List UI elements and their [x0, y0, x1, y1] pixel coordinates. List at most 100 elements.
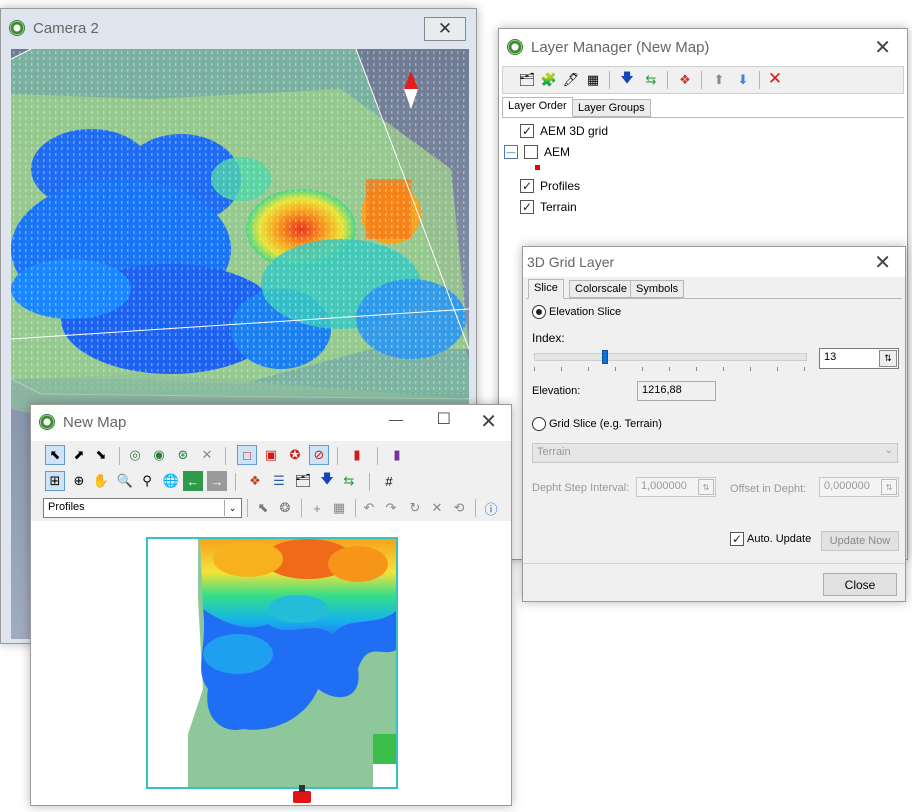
zoom-window-icon[interactable]: ⊞	[45, 471, 65, 491]
layer-checkbox[interactable]	[524, 145, 538, 159]
add-layer-icon[interactable]: 🗂	[517, 70, 537, 90]
radio-icon	[532, 417, 546, 431]
forward-arrow-icon[interactable]: →	[207, 471, 227, 491]
rotate-icon[interactable]: ↻	[405, 498, 425, 518]
tab-layer-order[interactable]: Layer Order	[502, 97, 573, 117]
zoom-icon[interactable]: 🔍	[115, 471, 135, 491]
globe-icon[interactable]: 🌐	[161, 471, 181, 491]
refresh-icon[interactable]: ⇆	[641, 70, 661, 90]
close-button[interactable]: Close	[823, 573, 897, 596]
layer-manager-close-button[interactable]: ✕	[874, 35, 891, 60]
refresh-icon[interactable]: ⇆	[339, 471, 359, 491]
collapse-icon[interactable]: —	[504, 145, 518, 159]
auto-update-checkbox[interactable]: ✓ Auto. Update	[730, 532, 811, 546]
purple-marker-icon[interactable]: ▮	[387, 445, 407, 465]
grid-layer-titlebar[interactable]: 3D Grid Layer ✕	[523, 247, 905, 277]
chevron-down-icon: ⌄	[224, 500, 240, 516]
zoom-prev-icon[interactable]: ◉	[149, 445, 169, 465]
layers-icon[interactable]: ☰	[269, 471, 289, 491]
auto-update-label: Auto. Update	[747, 533, 812, 545]
select-box-icon[interactable]: ⬊	[91, 445, 111, 465]
delete-layer-icon[interactable]: ✕	[765, 69, 785, 89]
move-down-icon[interactable]: 🡇	[617, 70, 637, 90]
layer-select[interactable]: Profiles ⌄	[43, 498, 242, 518]
aem-symbol-icon	[535, 165, 540, 170]
select-lasso-icon[interactable]: ⬈	[69, 445, 89, 465]
move-down-icon[interactable]: 🡇	[317, 471, 337, 491]
grid-layer-close-button[interactable]: ✕	[874, 250, 891, 275]
toolbar-separator	[369, 473, 370, 491]
new-map-close-button[interactable]: ✕	[480, 409, 497, 434]
slider-tick	[588, 367, 589, 371]
grid-dropdown[interactable]: Terrain ⌄	[532, 443, 898, 463]
no-entry-icon[interactable]: ⊘	[309, 445, 329, 465]
edit-layer-icon[interactable]: 🗂	[293, 471, 313, 491]
spinner-icon[interactable]: ⇅	[879, 350, 897, 367]
slider-tick	[750, 367, 751, 371]
rect-zoom-icon[interactable]: ▣	[261, 445, 281, 465]
table-icon[interactable]: ▦	[329, 498, 349, 518]
reset-icon[interactable]: ⟲	[449, 498, 469, 518]
zoom-next-icon[interactable]: ⊛	[173, 445, 193, 465]
app-logo-icon	[9, 20, 25, 36]
select-add-icon[interactable]: ⬉	[253, 498, 273, 518]
layer-color-icon[interactable]: ❖	[675, 70, 695, 90]
layer-color-icon[interactable]: ❖	[245, 471, 265, 491]
arrow-down-icon[interactable]: ⬇	[733, 70, 753, 90]
arrow-up-icon[interactable]: ⬆	[709, 70, 729, 90]
settings-icon[interactable]: ✪	[285, 445, 305, 465]
toolbar-separator	[667, 71, 668, 89]
zoom-in-icon[interactable]: ⊕	[69, 471, 89, 491]
layer-item-aem[interactable]: — AEM	[504, 145, 570, 159]
update-now-button[interactable]: Update Now	[821, 531, 899, 551]
layer-item-aem-3d-grid[interactable]: ✓ AEM 3D grid	[520, 124, 608, 138]
tab-symbols[interactable]: Symbols	[630, 280, 685, 298]
undo-icon[interactable]: ↶	[359, 498, 379, 518]
layer-label: AEM 3D grid	[540, 124, 609, 138]
info-icon[interactable]: ⓘ	[481, 498, 501, 518]
layer-checkbox[interactable]: ✓	[520, 124, 534, 138]
redo-icon[interactable]: ↷	[381, 498, 401, 518]
depth-step-field: 1,000000 ⇅	[636, 477, 716, 497]
map-canvas[interactable]	[31, 523, 511, 805]
minimize-button[interactable]: —	[389, 411, 403, 427]
layer-checkbox[interactable]: ✓	[520, 200, 534, 214]
elevation-slice-radio[interactable]: Elevation Slice	[532, 305, 621, 319]
layer-manager-titlebar[interactable]: Layer Manager (New Map) ✕	[499, 29, 907, 65]
index-field[interactable]: 13 ⇅	[819, 348, 899, 369]
radio-icon	[532, 305, 546, 319]
new-map-toolbar: ⬉ ⬈ ⬊ ◎ ◉ ⊛ ✕ □ ▣ ✪ ⊘ ▮ ▮ ⊞ ⊕ ✋ 🔍 ⚲ 🌐 ← …	[31, 441, 511, 521]
tab-slice[interactable]: Slice	[528, 279, 564, 299]
slider-tick	[804, 367, 805, 371]
select-multi-icon[interactable]: ❂	[275, 498, 295, 518]
layer-checkbox[interactable]: ✓	[520, 179, 534, 193]
layer-edit-icon[interactable]: 🖊	[561, 70, 581, 90]
map-raster	[188, 539, 396, 787]
camera-close-button[interactable]: ✕	[424, 17, 466, 41]
camera-titlebar[interactable]: Camera 2 ✕	[1, 9, 476, 47]
layer-item-profiles[interactable]: ✓ Profiles	[520, 179, 580, 193]
layer-table-icon[interactable]: ▦	[583, 70, 603, 90]
pointer-icon[interactable]: ⬉	[45, 445, 65, 465]
delete-icon[interactable]: ✕	[427, 498, 447, 518]
add-point-icon[interactable]: +	[307, 498, 327, 518]
back-arrow-icon[interactable]: ←	[183, 471, 203, 491]
slice-panel: Elevation Slice Index: 13 ⇅ Elevation: 1…	[526, 298, 902, 562]
new-map-titlebar[interactable]: New Map — ☐ ✕	[31, 405, 511, 439]
index-slider[interactable]	[534, 350, 807, 364]
layer-item-terrain[interactable]: ✓ Terrain	[520, 200, 577, 214]
pan-hand-icon[interactable]: ✋	[91, 471, 111, 491]
toolbar-separator	[235, 473, 236, 491]
tab-colorscale[interactable]: Colorscale	[569, 280, 633, 298]
zoom-extent-icon[interactable]: ◎	[125, 445, 145, 465]
grid-slice-radio[interactable]: Grid Slice (e.g. Terrain)	[532, 417, 662, 431]
slider-thumb[interactable]	[602, 350, 608, 364]
rect-tool-icon[interactable]: □	[237, 445, 257, 465]
layer-props-icon[interactable]: 🧩	[539, 70, 559, 90]
clear-icon[interactable]: ✕	[197, 445, 217, 465]
tab-layer-groups[interactable]: Layer Groups	[572, 99, 651, 117]
magnifier-icon[interactable]: ⚲	[137, 471, 157, 491]
red-marker-icon[interactable]: ▮	[347, 445, 367, 465]
maximize-button[interactable]: ☐	[437, 409, 451, 429]
grid-icon[interactable]: #	[379, 471, 399, 491]
